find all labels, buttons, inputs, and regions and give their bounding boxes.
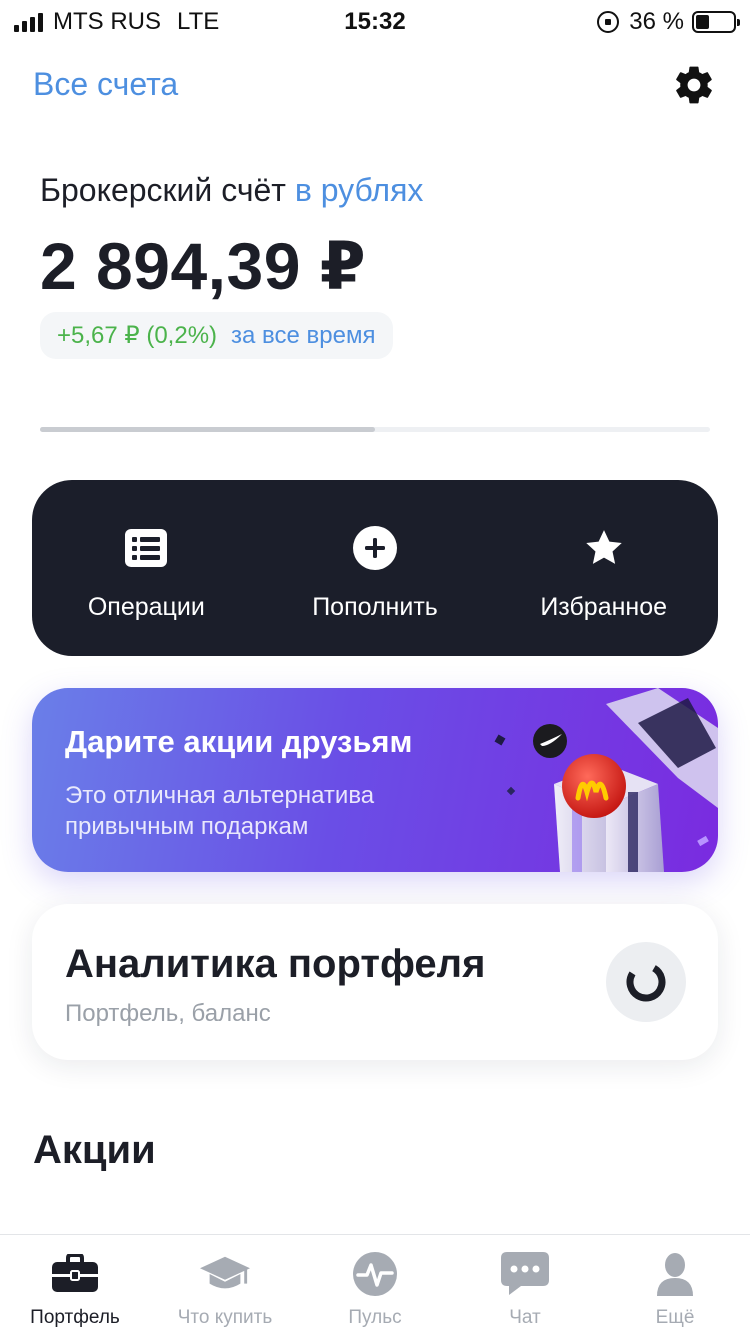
- top-up-label: Пополнить: [312, 593, 438, 621]
- favorites-button[interactable]: Избранное: [489, 480, 718, 656]
- portfolio-analytics-card[interactable]: Аналитика портфеля Портфель, баланс: [32, 904, 718, 1060]
- chat-icon: [500, 1251, 550, 1297]
- profit-value: +5,67 ₽ (0,2%): [57, 322, 218, 349]
- promo-title: Дарите акции друзьям: [65, 724, 413, 759]
- tab-pulse-label: Пульс: [348, 1307, 402, 1328]
- gear-icon[interactable]: [672, 63, 716, 107]
- profit-badge[interactable]: +5,67 ₽ (0,2%) за все время: [40, 312, 393, 359]
- promo-subtitle: Это отличная альтернатива привычным пода…: [65, 782, 375, 840]
- status-bar: MTS RUS LTE 15:32 36 %: [0, 0, 750, 42]
- account-type-label: Брокерский счёт: [40, 172, 286, 208]
- tab-chat-label: Чат: [509, 1307, 541, 1328]
- stocks-section-title: Акции: [33, 1128, 156, 1172]
- favorites-label: Избранное: [540, 593, 668, 621]
- pager-active-indicator: [40, 427, 375, 432]
- tab-pulse[interactable]: Пульс: [300, 1235, 450, 1334]
- account-balance: 2 894,39 ₽: [40, 229, 367, 303]
- tab-more[interactable]: Ещё: [600, 1235, 750, 1334]
- currency-selector[interactable]: в рублях: [295, 172, 424, 208]
- graduation-cap-icon: [200, 1251, 250, 1297]
- pulse-icon: [350, 1251, 400, 1297]
- plus-circle-icon: [352, 525, 398, 571]
- operations-button[interactable]: Операции: [32, 480, 261, 656]
- list-icon: [123, 525, 169, 571]
- account-type: Брокерский счёт в рублях: [40, 172, 423, 209]
- account-pager: [40, 427, 710, 432]
- rotation-lock-icon: [597, 11, 620, 33]
- tab-more-label: Ещё: [655, 1307, 695, 1328]
- status-right: 36 %: [597, 8, 740, 36]
- tab-what-to-buy[interactable]: Что купить: [150, 1235, 300, 1334]
- tab-portfolio-label: Портфель: [30, 1307, 120, 1328]
- operations-label: Операции: [87, 593, 205, 621]
- all-accounts-link[interactable]: Все счета: [33, 66, 178, 103]
- profile-icon: [650, 1251, 700, 1297]
- battery-percent: 36 %: [629, 8, 684, 35]
- briefcase-icon: [50, 1251, 100, 1297]
- donut-chart-icon: [606, 942, 686, 1022]
- top-up-button[interactable]: Пополнить: [261, 480, 490, 656]
- tab-chat[interactable]: Чат: [450, 1235, 600, 1334]
- analytics-subtitle: Портфель, баланс: [65, 1000, 271, 1027]
- battery-icon: [692, 11, 740, 33]
- analytics-title: Аналитика портфеля: [65, 942, 486, 986]
- quick-actions-panel: Операции Пополнить Избранное: [32, 480, 718, 656]
- gift-box-illustration: [494, 688, 718, 872]
- gift-stocks-banner[interactable]: Дарите акции друзьям Это отличная альтер…: [32, 688, 718, 872]
- tab-what-to-buy-label: Что купить: [177, 1307, 273, 1328]
- bottom-tab-bar: Портфель Что купить Пульс Чат Ещё: [0, 1234, 750, 1334]
- tab-portfolio[interactable]: Портфель: [0, 1235, 150, 1334]
- star-icon: [581, 525, 627, 571]
- profit-period: за все время: [231, 321, 376, 349]
